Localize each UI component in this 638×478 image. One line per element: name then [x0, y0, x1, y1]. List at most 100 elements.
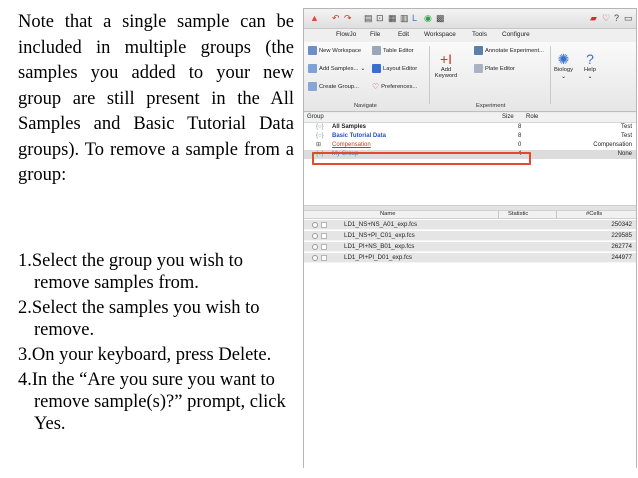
size-column-header[interactable]: Size	[502, 114, 514, 120]
step-item: 4.In the “Are you sure you want to remov…	[18, 370, 286, 434]
sample-radio[interactable]	[312, 233, 318, 239]
group-row[interactable]: {○} Basic Tutorial Data 8 Test	[304, 132, 636, 141]
group-column-header[interactable]: Group	[307, 114, 324, 120]
chevron-down-icon: ⌄	[360, 65, 366, 72]
menu-flowjo[interactable]: FlowJo	[336, 31, 356, 38]
layout-editor-button[interactable]: Layout Editor	[372, 64, 417, 73]
sample-cells: 262774	[611, 243, 632, 250]
name-column-header[interactable]: Name	[380, 211, 395, 217]
cells-column-header[interactable]: #Cells	[586, 211, 602, 217]
steps-list: 1.Select the group you wish to remove sa…	[18, 250, 300, 438]
menu-workspace[interactable]: Workspace	[424, 31, 456, 38]
group-size: 8	[518, 124, 522, 130]
panel-icon[interactable]: ▭	[624, 13, 633, 24]
plate-editor-button[interactable]: Plate Editor	[474, 64, 515, 73]
chart-icon[interactable]: ▥	[400, 13, 409, 24]
selection-highlight-box	[312, 152, 531, 165]
group-icon: {○}	[316, 133, 324, 139]
ribbon-separator	[429, 46, 430, 104]
navigate-group-label: Navigate	[354, 103, 377, 109]
biology-button[interactable]: ✺ Biology ⌄	[554, 52, 573, 80]
ribbon: New Workspace Table Editor Annotate Expe…	[304, 42, 636, 112]
sample-row[interactable]: LD1_PI+PI_D01_exp.fcs 244977	[304, 253, 636, 263]
table-editor-button[interactable]: Table Editor	[372, 46, 414, 55]
step-item: 3.On your keyboard, press Delete.	[18, 345, 272, 365]
step-item: 1.Select the group you wish to remove sa…	[18, 251, 244, 293]
sample-grid-icon	[321, 222, 327, 228]
group-name: Compensation	[332, 142, 371, 148]
menu-file[interactable]: File	[370, 31, 380, 38]
biology-icon: ✺	[557, 51, 570, 67]
flag-icon[interactable]: ▰	[590, 13, 597, 24]
menu-configure[interactable]: Configure	[502, 31, 530, 38]
flowjo-logo-icon: ▲	[310, 13, 319, 23]
sample-cells: 244977	[611, 254, 632, 261]
group-row[interactable]: ⊞ Compensation 0 Compensation	[304, 141, 636, 150]
sample-grid-icon	[321, 233, 327, 239]
group-role: Test	[620, 133, 632, 139]
add-keyword-button[interactable]: +I Add Keyword	[434, 52, 458, 79]
group-size: 8	[518, 133, 522, 139]
table-icon[interactable]: ▦	[388, 13, 397, 24]
group-name: Basic Tutorial Data	[332, 133, 386, 139]
sample-row[interactable]: LD1_NS+NS_A01_exp.fcs 250342	[304, 220, 636, 230]
create-group-button[interactable]: Create Group...	[308, 82, 359, 91]
group-name: All Samples	[332, 124, 367, 130]
help-button[interactable]: ? Help ⌄	[584, 52, 596, 80]
menu-tools[interactable]: Tools	[472, 31, 487, 38]
preferences-label: Preferences...	[381, 83, 418, 90]
new-workspace-label: New Workspace	[319, 47, 362, 54]
sample-name: LD1_PI+NS_B01_exp.fcs	[344, 243, 415, 250]
grid-icon[interactable]: ▩	[436, 13, 445, 24]
table-editor-label: Table Editor	[383, 47, 414, 54]
sample-row[interactable]: LD1_NS+PI_C01_exp.fcs 229585	[304, 231, 636, 241]
menu-edit[interactable]: Edit	[398, 31, 409, 38]
sample-radio[interactable]	[312, 222, 318, 228]
new-workspace-button[interactable]: New Workspace	[308, 46, 361, 55]
annotate-experiment-label: Annotate Experiment...	[485, 47, 544, 54]
compensation-icon: ⊞	[316, 142, 322, 148]
help-question-icon[interactable]: ?	[614, 13, 619, 24]
keyword-icon[interactable]: ⊡	[376, 13, 384, 24]
plate-editor-icon	[474, 64, 483, 73]
add-samples-icon	[308, 64, 317, 73]
undo-icon[interactable]: ↶	[332, 13, 340, 24]
samples-header: Name Statistic #Cells	[304, 211, 636, 219]
chevron-down-icon: ⌄	[587, 74, 593, 80]
preferences-button[interactable]: ♡ Preferences...	[372, 82, 417, 91]
create-group-label: Create Group...	[319, 83, 359, 90]
group-role: Compensation	[593, 142, 632, 148]
flowjo-window: ▲ ↶ ↷ ▤ ⊡ ▦ ▥ L ◉ ▩ ▰ ♡ ? ▭ FlowJo File …	[303, 8, 637, 469]
sample-row[interactable]: LD1_PI+NS_B01_exp.fcs 262774	[304, 242, 636, 252]
group-size: 0	[518, 142, 522, 148]
column-divider[interactable]	[556, 211, 557, 219]
table-editor-icon	[372, 46, 381, 55]
role-column-header[interactable]: Role	[526, 114, 538, 120]
group-row[interactable]: {○} All Samples 8 Test	[304, 123, 636, 132]
intro-text: Note that a single sample can be include…	[18, 12, 294, 185]
annotate-experiment-button[interactable]: Annotate Experiment...	[474, 46, 544, 55]
add-samples-label: Add Samples...	[319, 65, 359, 72]
statistic-column-header[interactable]: Statistic	[508, 211, 528, 217]
pencil-icon	[474, 46, 483, 55]
layout-editor-label: Layout Editor	[383, 65, 418, 72]
layout-l-icon[interactable]: L	[412, 13, 417, 24]
biology-label: Biology	[554, 67, 574, 73]
sample-radio[interactable]	[312, 255, 318, 261]
group-icon: {○}	[316, 124, 324, 130]
sample-cells: 250342	[611, 221, 632, 228]
add-keyword-label: Add Keyword	[434, 67, 458, 79]
groups-header: Group Size Role	[304, 113, 636, 123]
add-samples-button[interactable]: Add Samples... ⌄	[308, 64, 365, 73]
redo-icon[interactable]: ↷	[344, 13, 352, 24]
layout-icon[interactable]: ▤	[364, 13, 373, 24]
layout-editor-icon	[372, 64, 381, 73]
snapshot-icon[interactable]: ◉	[424, 13, 432, 24]
column-divider[interactable]	[498, 211, 499, 219]
heart-icon[interactable]: ♡	[602, 13, 610, 24]
add-keyword-icon: +I	[439, 51, 453, 67]
sample-name: LD1_NS+NS_A01_exp.fcs	[344, 221, 418, 228]
sample-radio[interactable]	[312, 244, 318, 250]
group-role: None	[617, 151, 632, 157]
intro-paragraph: Note that a single sample can be include…	[18, 10, 294, 189]
